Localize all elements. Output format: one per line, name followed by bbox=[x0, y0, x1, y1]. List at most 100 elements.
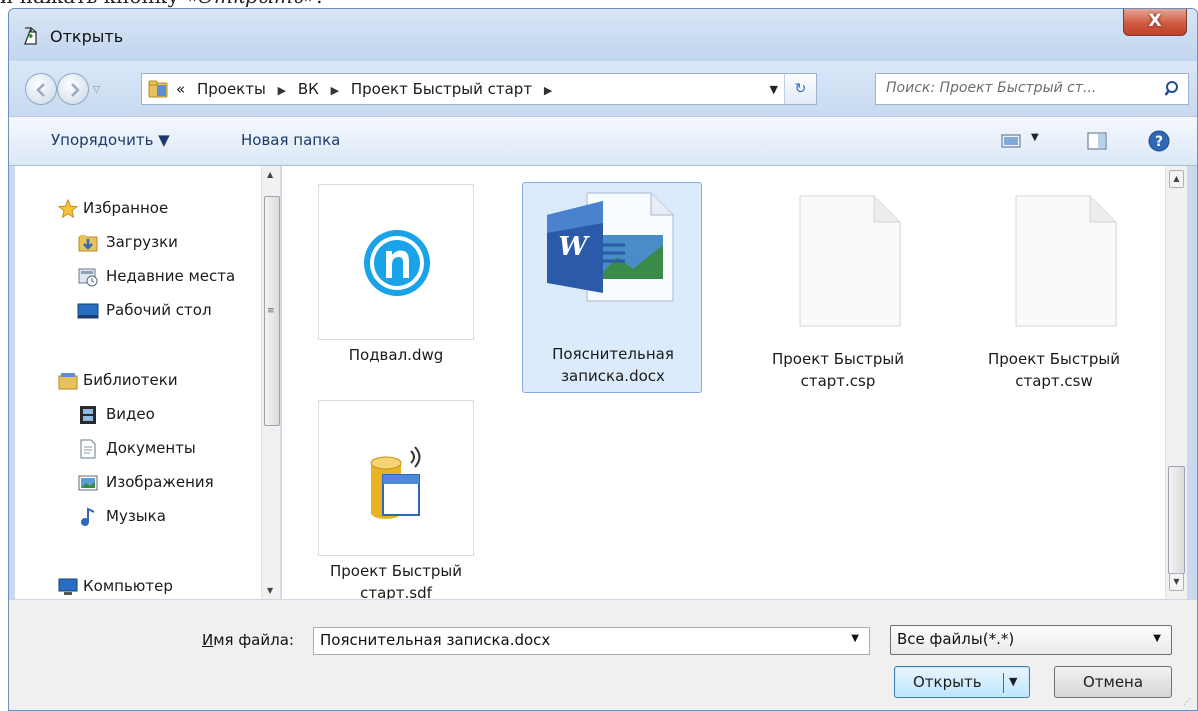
sidebar-item-label: Библиотеки bbox=[83, 371, 178, 389]
close-button[interactable]: X bbox=[1123, 9, 1187, 36]
file-name: Проект Быстрый старт.csw bbox=[954, 348, 1154, 392]
new-folder-button[interactable]: Новая папка bbox=[241, 131, 340, 149]
search-icon[interactable] bbox=[1164, 80, 1182, 98]
sidebar-item-label: Видео bbox=[106, 405, 155, 423]
file-name-line: старт.csw bbox=[1015, 372, 1093, 390]
blank-file-icon bbox=[1015, 195, 1117, 327]
file-item[interactable]: Проект Быстрый старт.sdf bbox=[296, 392, 476, 599]
file-name-line: старт.sdf bbox=[360, 584, 432, 599]
organize-button[interactable]: Упорядочить ▼ bbox=[51, 131, 170, 149]
view-dropdown-icon[interactable]: ▼ bbox=[1031, 132, 1039, 143]
sidebar-item-computer[interactable]: Компьютер bbox=[15, 572, 263, 599]
scroll-up-icon[interactable]: ▲ bbox=[267, 170, 273, 179]
sidebar-item-label: Недавние места bbox=[106, 267, 236, 285]
open-button-label: Открыть bbox=[913, 673, 982, 691]
preview-pane-icon[interactable] bbox=[1087, 131, 1107, 151]
file-thumbnail: W bbox=[533, 183, 689, 339]
sidebar-item-pictures[interactable]: Изображения bbox=[15, 468, 263, 498]
open-options-dropdown-icon[interactable]: ▼ bbox=[1009, 675, 1017, 688]
pictures-icon bbox=[78, 475, 98, 491]
scroll-up-icon[interactable]: ▲ bbox=[1169, 170, 1184, 188]
sidebar-item-label: Избранное bbox=[83, 199, 169, 217]
address-dropdown-icon[interactable]: ▼ bbox=[770, 83, 778, 96]
sidebar-item-recent-places[interactable]: Недавние места bbox=[15, 262, 263, 292]
breadcrumb-item[interactable]: ВК bbox=[298, 80, 319, 98]
file-item-selected[interactable]: W Пояснительная записка.docx bbox=[522, 182, 702, 393]
video-icon bbox=[80, 406, 96, 424]
scroll-down-icon[interactable]: ▼ bbox=[1169, 573, 1184, 591]
file-name-line: старт.csp bbox=[800, 372, 876, 390]
svg-text:?: ? bbox=[1155, 134, 1163, 150]
back-button[interactable] bbox=[25, 73, 57, 105]
folder-icon bbox=[148, 80, 168, 98]
filetype-dropdown-icon[interactable]: ▼ bbox=[1153, 633, 1161, 644]
open-dialog-icon bbox=[24, 26, 37, 45]
refresh-icon: ↻ bbox=[794, 81, 807, 97]
filename-dropdown-icon[interactable]: ▼ bbox=[851, 633, 859, 644]
change-view-icon[interactable] bbox=[1001, 133, 1021, 149]
breadcrumb-separator-icon[interactable]: ▶ bbox=[278, 84, 286, 97]
documents-icon bbox=[80, 439, 96, 459]
navigation-scrollbar[interactable]: ▲ ≡ ▼ bbox=[261, 166, 280, 599]
navigation-pane: Избранное Загрузки Недавние места Рабочи… bbox=[15, 166, 281, 599]
sidebar-item-label: Документы bbox=[106, 439, 196, 457]
file-name: Подвал.dwg bbox=[348, 346, 444, 364]
breadcrumb-separator-icon[interactable]: ▶ bbox=[544, 84, 552, 97]
file-item[interactable]: Проект Быстрый старт.csw bbox=[954, 176, 1138, 396]
resize-grip-icon[interactable]: ⋰ bbox=[1183, 697, 1191, 706]
filename-label-text: мя файла: bbox=[213, 631, 294, 649]
split-divider bbox=[1003, 673, 1004, 693]
sidebar-item-documents[interactable]: Документы bbox=[15, 434, 263, 464]
breadcrumb-separator-icon[interactable]: ▶ bbox=[331, 84, 339, 97]
sidebar-item-downloads[interactable]: Загрузки bbox=[15, 228, 263, 258]
title-bar[interactable]: Открыть X bbox=[9, 9, 1197, 61]
file-thumbnail bbox=[982, 184, 1138, 340]
open-file-dialog: Открыть X ▽ « Проекты ▶ ВК ▶ Проект Быст… bbox=[8, 8, 1198, 711]
search-input[interactable]: Поиск: Проект Быстрый ст... bbox=[886, 80, 1096, 96]
breadcrumb-overflow[interactable]: « bbox=[176, 80, 185, 98]
file-name-line: Проект Быстрый bbox=[987, 350, 1120, 368]
file-list: Подвал.dwg W Пояснительная записка.docx bbox=[282, 166, 1165, 599]
sidebar-item-label: Компьютер bbox=[83, 577, 173, 595]
sidebar-item-desktop[interactable]: Рабочий стол bbox=[15, 296, 263, 326]
scroll-down-icon[interactable]: ▼ bbox=[267, 586, 273, 595]
sidebar-item-music[interactable]: Музыка bbox=[15, 502, 263, 532]
filename-label-accesskey: И bbox=[202, 631, 214, 649]
sidebar-item-favorites[interactable]: Избранное bbox=[15, 194, 263, 224]
filetype-value: Все файлы(*.*) bbox=[897, 630, 1015, 648]
database-file-icon bbox=[370, 446, 421, 519]
file-thumbnail bbox=[766, 184, 922, 340]
sidebar-item-libraries[interactable]: Библиотеки bbox=[15, 366, 263, 396]
filename-field[interactable]: Пояснительная записка.docx ▼ bbox=[313, 627, 870, 655]
nanocad-icon bbox=[364, 230, 430, 296]
scrollbar-grip-icon: ≡ bbox=[267, 306, 275, 316]
command-toolbar: Упорядочить ▼ Новая папка ▼ ? bbox=[9, 116, 1197, 166]
file-item[interactable]: Проект Быстрый старт.csp bbox=[738, 176, 922, 396]
cancel-button[interactable]: Отмена bbox=[1054, 666, 1172, 698]
search-box[interactable]: Поиск: Проект Быстрый ст... bbox=[875, 73, 1189, 105]
file-item[interactable]: Подвал.dwg bbox=[296, 176, 476, 386]
address-bar[interactable]: « Проекты ▶ ВК ▶ Проект Быстрый старт ▶ … bbox=[141, 73, 817, 105]
file-list-scrollbar[interactable]: ▲ ▼ bbox=[1165, 166, 1187, 599]
help-icon[interactable]: ? bbox=[1148, 130, 1170, 152]
forward-arrow-icon bbox=[71, 83, 80, 97]
sidebar-item-label: Музыка bbox=[106, 507, 166, 525]
breadcrumb-item[interactable]: Проекты bbox=[197, 80, 266, 98]
music-icon bbox=[81, 507, 95, 526]
open-button[interactable]: Открыть ▼ bbox=[894, 666, 1030, 698]
file-name: Пояснительная записка.docx bbox=[513, 343, 713, 387]
file-name-line: Проект Быстрый bbox=[771, 350, 904, 368]
back-arrow-icon bbox=[36, 83, 45, 97]
filename-label: Имя файла: bbox=[202, 631, 294, 649]
filetype-select[interactable]: Все файлы(*.*) ▼ bbox=[890, 625, 1172, 655]
sidebar-item-video[interactable]: Видео bbox=[15, 400, 263, 430]
dialog-title: Открыть bbox=[50, 27, 124, 46]
breadcrumb: « Проекты ▶ ВК ▶ Проект Быстрый старт ▶ bbox=[176, 80, 559, 98]
svg-text:W: W bbox=[558, 232, 590, 262]
recent-pages-dropdown-icon[interactable]: ▽ bbox=[93, 85, 100, 95]
refresh-button[interactable]: ↻ bbox=[784, 74, 816, 104]
breadcrumb-item[interactable]: Проект Быстрый старт bbox=[351, 80, 532, 98]
scrollbar-thumb[interactable] bbox=[1168, 466, 1185, 574]
filename-value[interactable]: Пояснительная записка.docx bbox=[320, 631, 550, 649]
forward-button[interactable] bbox=[57, 73, 89, 105]
